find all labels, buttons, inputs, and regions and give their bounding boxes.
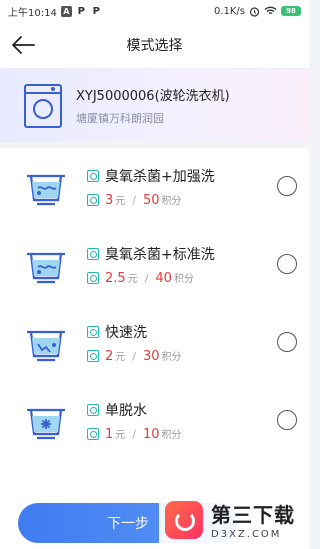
points-value: 30 [143,349,160,364]
price-separator: / [132,194,136,207]
mode-list: 臭氧杀菌+加强洗 3 元 / 50 积分 臭氧杀菌+标准洗 2.5 元 / 40… [0,148,309,549]
mode-item[interactable]: 臭氧杀菌+标准洗 2.5 元 / 40 积分 [0,226,309,304]
wifi-icon [264,6,277,15]
network-speed: 0.1K/s [213,5,245,17]
washing-machine-icon [24,83,62,128]
device-name: XYJ5000006(波轮洗衣机) [76,89,230,104]
price-unit: 元 [115,196,126,207]
device-banner: XYJ5000006(波轮洗衣机) 塘厦镇万科朗润园 [0,68,309,142]
watermark: 第三下载 D3XZ.COM [159,490,309,549]
points-unit: 积分 [161,196,182,207]
price-separator: / [144,272,149,285]
p-notification-icon-2: P [92,5,100,17]
app-notification-icon: A [60,5,72,17]
battery-icon: 98 [281,6,301,16]
p-notification-icon: P [77,5,85,17]
device-location: 塘厦镇万科朗润园 [76,112,164,125]
ozone-tag-icon [87,170,99,182]
mode-item[interactable]: 臭氧杀菌+加强洗 3 元 / 50 积分 [0,148,309,226]
ozone-tag-icon [87,248,99,260]
status-time: 上午10:14 [8,7,57,19]
wash-tub-icon [27,174,65,206]
page-title: 模式选择 [126,38,183,54]
price-value: 2 [105,349,114,364]
back-arrow-icon[interactable] [10,33,36,57]
price-tag-icon [87,428,99,440]
mode-radio[interactable] [277,410,297,430]
spin-dry-icon [27,408,65,440]
watermark-logo-icon [165,500,203,539]
mode-tag-icon [87,404,99,416]
mode-name: 快速洗 [105,325,147,341]
mode-radio[interactable] [277,332,297,352]
wash-tub-icon [27,252,65,284]
next-button-label: 下一步 [107,516,149,532]
mode-name: 臭氧杀菌+标准洗 [105,247,215,263]
mode-item[interactable]: 单脱水 1 元 / 10 积分 [0,382,309,460]
points-unit: 积分 [173,274,194,285]
points-unit: 积分 [161,430,182,441]
mode-item[interactable]: 快速洗 2 元 / 30 积分 [0,304,309,382]
mode-radio[interactable] [277,176,297,196]
points-unit: 积分 [161,352,182,363]
wash-tub-icon [27,330,65,362]
price-separator: / [132,428,136,441]
price-unit: 元 [115,430,126,441]
mode-tag-icon [87,326,99,338]
watermark-title: 第三下载 [211,503,295,527]
price-tag-icon [87,272,99,284]
points-value: 50 [143,193,160,208]
mode-name: 单脱水 [105,403,147,419]
points-value: 40 [155,271,172,286]
status-bar: 上午10:14 A P P 0.1K/s 98 [0,0,309,22]
nav-bar: 模式选择 [0,22,309,68]
price-unit: 元 [115,352,126,363]
mode-name: 臭氧杀菌+加强洗 [105,169,215,185]
alarm-icon [249,6,260,17]
price-value: 1 [105,427,114,442]
price-value: 3 [105,193,114,208]
watermark-url: D3XZ.COM [211,529,282,540]
price-tag-icon [87,350,99,362]
mode-radio[interactable] [277,254,297,274]
price-tag-icon [87,194,99,206]
points-value: 10 [143,427,160,442]
price-unit: 元 [127,274,138,285]
price-value: 2.5 [105,271,126,286]
price-separator: / [132,350,136,363]
